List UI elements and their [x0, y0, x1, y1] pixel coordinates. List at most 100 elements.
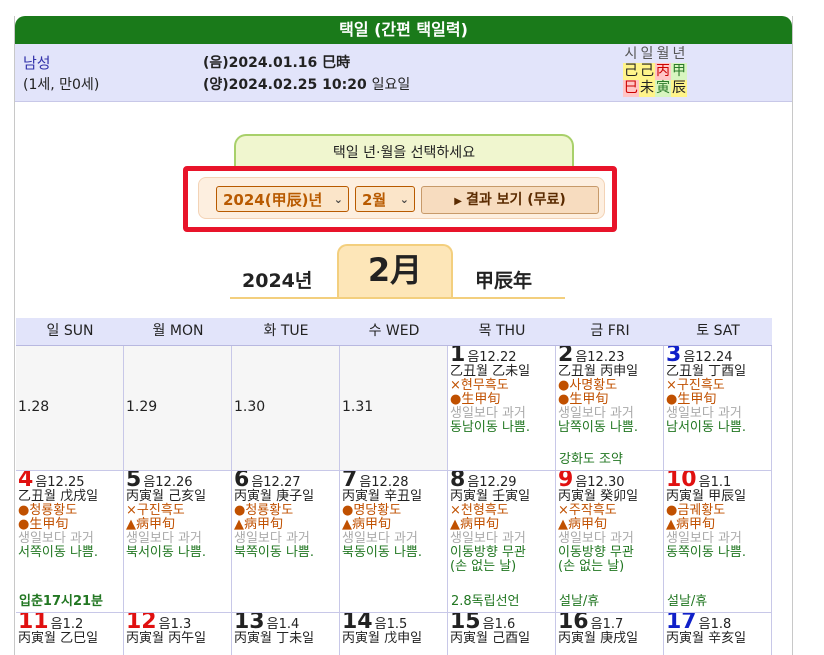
day-birth-note: 생일보다 과거: [666, 406, 742, 421]
heading-month: 2月: [337, 244, 453, 298]
calendar-cell-day[interactable]: 5 음12.26 丙寅월 己亥일 ×구진흑도 ▲病甲旬 생일보다 과거 북서이동 …: [124, 471, 232, 613]
prev-day: 1.30: [234, 399, 266, 415]
calendar-cell-day[interactable]: 7 음12.28 丙寅월 辛丑일 ●명당황도 ▲病甲旬 생일보다 과거 북동이동 …: [340, 471, 448, 613]
calendar-cell-prev[interactable]: 1.28: [16, 346, 124, 471]
day-sun: ●生甲旬: [666, 392, 717, 407]
day-birth-note: 생일보다 과거: [666, 531, 742, 546]
calendar-cell-day[interactable]: 17 음1.8 丙寅월 辛亥일: [664, 613, 772, 655]
solar-birth-weekday: 일요일: [371, 77, 411, 93]
heading-underline: [230, 297, 565, 299]
calendar-cell-prev[interactable]: 1.31: [340, 346, 448, 471]
calendar-week: 4 음12.25 乙丑월 戊戌일 ●청룡황도 ●生甲旬 생일보다 과거 서쪽이동 …: [16, 471, 772, 613]
day-lunar: 음12.30: [575, 475, 625, 490]
calendar-cell-day[interactable]: 6 음12.27 丙寅월 庚子일 ●청룡황도 ▲病甲旬 생일보다 과거 북쪽이동 …: [232, 471, 340, 613]
calendar-cell-day[interactable]: 13 음1.4 丙寅월 丁未일: [232, 613, 340, 655]
day-birth-note: 생일보다 과거: [234, 531, 310, 546]
calendar-week: 11 음1.2 丙寅월 乙巳일 12 음1.3 丙寅월 丙午일 13 음1.4 丙寅월…: [16, 613, 772, 655]
calendar-cell-day[interactable]: 16 음1.7 丙寅월 庚戌일: [556, 613, 664, 655]
month-heading: 2024년 2月 甲辰年: [230, 244, 565, 300]
page-title: 택일 (간편 택일력): [15, 16, 792, 44]
day-birth-note: 생일보다 과거: [450, 531, 526, 546]
selector-prompt: 택일 년·월을 선택하세요: [234, 134, 574, 170]
day-dodo: ×천형흑도: [450, 503, 509, 518]
day-lunar: 음1.3: [158, 617, 192, 632]
day-sun: ▲病甲旬: [450, 517, 499, 532]
day-ganji: 丙寅월 乙巳일: [18, 631, 99, 646]
selector-highlight: 2024(甲辰)년 ⌄ 2월 ⌄ ▶ 결과 보기 (무료): [183, 166, 617, 232]
person-info-panel: 남성 (1세, 만0세) (음)2024.01.16 巳時 (양)2024.02…: [15, 44, 792, 102]
calendar-cell-day[interactable]: 4 음12.25 乙丑월 戊戌일 ●청룡황도 ●生甲旬 생일보다 과거 서쪽이동 …: [16, 471, 124, 613]
dow-thu: 목 THU: [478, 323, 526, 339]
day-ganji: 丙寅월 庚子일: [234, 489, 315, 504]
calendar-cell-day[interactable]: 10 음1.1 丙寅월 甲辰일 ●금궤황도 ▲病甲旬 생일보다 과거 동쪽이동 나…: [664, 471, 772, 613]
day-lunar: 음12.27: [251, 475, 301, 490]
calendar-cell-prev[interactable]: 1.29: [124, 346, 232, 471]
view-result-button[interactable]: ▶ 결과 보기 (무료): [421, 186, 599, 214]
prev-day: 1.28: [18, 399, 50, 415]
month-select-value: 2월: [362, 191, 387, 209]
year-select-value: 2024(甲辰)년: [223, 191, 323, 209]
prev-day: 1.31: [342, 399, 374, 415]
day-dodo: ×구진흑도: [666, 378, 725, 393]
day-ganji: 丙寅월 辛亥일: [666, 631, 747, 646]
day-direction: 이동방향 무관: [450, 545, 526, 560]
day-birth-note: 생일보다 과거: [126, 531, 202, 546]
calendar-week: 1.28 1.29 1.30 1.31 1 음12.22 乙丑월 乙未일 ×현무흑…: [16, 346, 772, 471]
day-ganji: 丙寅월 辛丑일: [342, 489, 423, 504]
calendar-cell-day[interactable]: 11 음1.2 丙寅월 乙巳일: [16, 613, 124, 655]
day-dodo: ●사명황도: [558, 378, 618, 393]
calendar-cell-day[interactable]: 3 음12.24 乙丑월 丁酉일 ×구진흑도 ●生甲旬 생일보다 과거 남서이동 …: [664, 346, 772, 471]
day-lunar: 음12.23: [575, 350, 625, 365]
day-ganji: 丙寅월 丁未일: [234, 631, 315, 646]
solar-birth: (양)2024.02.25 10:20 일요일: [203, 74, 410, 94]
calendar-cell-day[interactable]: 2 음12.23 乙丑월 丙申일 ●사명황도 ●生甲旬 생일보다 과거 남쪽이동 …: [556, 346, 664, 471]
pillar-stem-day: 己: [639, 63, 655, 80]
day-direction-note: (손 없는 날): [558, 559, 625, 574]
play-icon: ▶: [454, 196, 462, 207]
pillar-header-day: 일: [640, 46, 654, 62]
day-ganji: 丙寅월 丙午일: [126, 631, 207, 646]
prev-day: 1.29: [126, 399, 158, 415]
day-dodo: ●청룡황도: [234, 503, 294, 518]
day-lunar: 음1.1: [698, 475, 732, 490]
pillar-branch-day: 未: [639, 80, 655, 97]
calendar-cell-day[interactable]: 8 음12.29 丙寅월 壬寅일 ×천형흑도 ▲病甲旬 생일보다 과거 이동방향 …: [448, 471, 556, 613]
pillar-header-hour: 시: [624, 46, 638, 62]
calendar-cell-day[interactable]: 15 음1.6 丙寅월 己酉일: [448, 613, 556, 655]
day-ganji: 丙寅월 己亥일: [126, 489, 207, 504]
day-birth-note: 생일보다 과거: [450, 406, 526, 421]
dow-mon: 월 MON: [152, 323, 204, 339]
day-birth-note: 생일보다 과거: [342, 531, 418, 546]
heading-year: 2024년: [242, 270, 313, 292]
calendar-cell-day[interactable]: 1 음12.22 乙丑월 乙未일 ×현무흑도 ●生甲旬 생일보다 과거 동남이동 …: [448, 346, 556, 471]
pillar-header-month: 월: [656, 46, 670, 62]
day-lunar: 음1.6: [482, 617, 516, 632]
calendar-cell-day[interactable]: 9 음12.30 丙寅월 癸卯일 ×주작흑도 ▲病甲旬 생일보다 과거 이동방향 …: [556, 471, 664, 613]
selector-panel: 2024(甲辰)년 ⌄ 2월 ⌄ ▶ 결과 보기 (무료): [198, 177, 605, 219]
day-direction-note: (손 없는 날): [450, 559, 517, 574]
calendar-table: 일 SUN 월 MON 화 TUE 수 WED 목 THU 금 FRI 토 SA…: [16, 318, 772, 655]
day-dodo: ●청룡황도: [18, 503, 78, 518]
calendar-cell-day[interactable]: 14 음1.5 丙寅월 戊申일: [340, 613, 448, 655]
day-birth-note: 생일보다 과거: [18, 531, 94, 546]
day-sun: ●生甲旬: [18, 517, 69, 532]
day-sun: ●生甲旬: [558, 392, 609, 407]
day-ganji: 丙寅월 壬寅일: [450, 489, 531, 504]
calendar-cell-prev[interactable]: 1.30: [232, 346, 340, 471]
month-select[interactable]: 2월 ⌄: [355, 186, 415, 212]
day-direction: 동쪽이동 나쁨.: [666, 545, 747, 560]
day-direction: 북서이동 나쁨.: [126, 545, 207, 560]
dow-wed: 수 WED: [368, 323, 420, 339]
day-sun: ▲病甲旬: [234, 517, 283, 532]
calendar-cell-day[interactable]: 12 음1.3 丙寅월 丙午일: [124, 613, 232, 655]
day-dodo: ×구진흑도: [126, 503, 185, 518]
pillar-stem-month: 丙: [655, 63, 671, 80]
year-select[interactable]: 2024(甲辰)년 ⌄: [216, 186, 349, 212]
day-holiday: 설날/휴: [559, 594, 600, 609]
day-lunar: 음12.25: [35, 475, 85, 490]
four-pillars: 시 일 월 년 己 己 丙 甲 巳 未 寅 辰: [623, 46, 687, 97]
day-ganji: 丙寅월 戊申일: [342, 631, 423, 646]
lunar-birth: (음)2024.01.16 巳時: [203, 55, 351, 71]
day-lunar: 음12.22: [467, 350, 517, 365]
view-result-label: 결과 보기 (무료): [465, 192, 566, 208]
